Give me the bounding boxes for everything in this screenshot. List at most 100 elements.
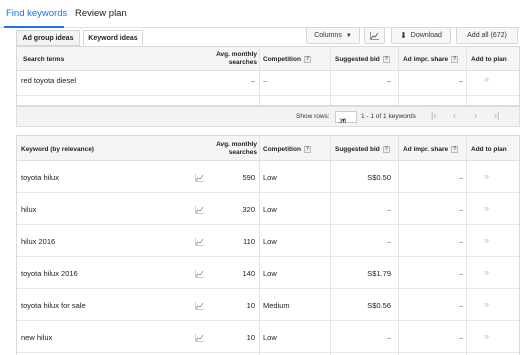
search-term-bid: – (386, 76, 391, 85)
col-add-to-plan: Add to plan (471, 56, 507, 63)
help-icon[interactable]: ? (382, 56, 390, 63)
search-terms-table: Search terms Avg. monthly searches Compe… (16, 46, 520, 106)
top-nav: Find keywords Review plan (0, 0, 520, 28)
suggested-bid-value: – (386, 333, 391, 342)
trend-chart-icon[interactable] (195, 206, 204, 214)
divider (398, 136, 399, 355)
avg-monthly-searches: 320 (242, 205, 255, 214)
col-competition[interactable]: Competition? (263, 146, 311, 153)
chart-toggle-button[interactable] (364, 27, 385, 44)
search-term-competition: – (263, 76, 268, 85)
avg-monthly-searches: 10 (246, 333, 255, 342)
col-add-to-plan: Add to plan (471, 146, 507, 153)
divider (466, 47, 467, 105)
rows-per-page-select[interactable]: 30 ▼ (335, 111, 357, 125)
trend-chart-icon[interactable] (195, 334, 204, 342)
add-to-plan-chevron-icon[interactable]: » (484, 74, 489, 84)
add-all-label: Add all (672) (467, 32, 507, 39)
competition-value: Low (263, 173, 277, 182)
avg-monthly-searches: 110 (243, 237, 255, 246)
suggested-bid-value: – (386, 205, 391, 214)
columns-label: Columns (314, 32, 342, 39)
prev-page-icon[interactable]: ‹ (453, 110, 456, 120)
help-icon[interactable]: ? (451, 56, 459, 63)
keyword-text: hilux (21, 205, 37, 214)
ad-impr-share-value: – (458, 333, 463, 342)
competition-value: Low (263, 237, 277, 246)
help-icon[interactable]: ? (451, 146, 459, 153)
trend-chart-icon[interactable] (195, 270, 204, 278)
search-term: red toyota diesel (21, 76, 77, 85)
trend-chart-icon[interactable] (195, 238, 204, 246)
divider (259, 136, 260, 355)
add-to-plan-chevron-icon[interactable]: » (484, 171, 489, 181)
ad-impr-share-value: – (458, 173, 463, 182)
tab-ad-group-ideas[interactable]: Ad group ideas (16, 30, 80, 46)
add-to-plan-chevron-icon[interactable]: » (484, 299, 489, 309)
col-suggested-bid[interactable]: Suggested bid? (335, 56, 390, 63)
trend-chart-icon (370, 31, 379, 40)
col-ad-impr-share[interactable]: Ad impr. share? (403, 146, 459, 153)
col-competition-label: Competition (263, 56, 301, 64)
first-page-icon[interactable]: |‹ (431, 110, 436, 120)
col-bid-label: Suggested bid (335, 146, 380, 154)
add-all-button[interactable]: Add all (672) (456, 27, 518, 44)
next-page-icon[interactable]: › (474, 110, 477, 120)
keyword-ideas-header: Keyword (by relevance) Avg. monthly sear… (17, 136, 519, 161)
table-row: hilux 320 Low – – » (17, 193, 519, 225)
competition-value: Medium (263, 301, 290, 310)
table-row: toyota hilux 590 Low S$0.50 – » (17, 161, 519, 193)
keyword-text: new hilux (21, 333, 53, 342)
suggested-bid-value: S$0.56 (367, 301, 391, 310)
avg-monthly-searches: 10 (246, 301, 255, 310)
tab-find-keywords[interactable]: Find keywords (6, 8, 67, 19)
table-row: new hilux 10 Low – – » (17, 321, 519, 353)
avg-monthly-searches: 590 (242, 173, 255, 182)
col-keyword[interactable]: Keyword (by relevance) (21, 146, 94, 153)
help-icon[interactable]: ? (303, 56, 311, 63)
table-row: toyota hilux 2016 140 Low S$1.79 – » (17, 257, 519, 289)
keyword-text: toyota hilux for sale (21, 301, 86, 310)
download-icon: ⬇ (400, 31, 407, 40)
keyword-text: toyota hilux (21, 173, 59, 182)
ad-impr-share-value: – (458, 237, 463, 246)
col-competition[interactable]: Competition? (263, 56, 311, 63)
search-term-searches: – (250, 76, 255, 85)
divider (259, 47, 260, 105)
trend-chart-icon[interactable] (195, 302, 204, 310)
col-avg-searches[interactable]: Avg. monthly searches (195, 51, 257, 67)
col-suggested-bid[interactable]: Suggested bid? (335, 146, 390, 153)
col-avg-searches[interactable]: Avg. monthly searches (195, 141, 257, 157)
download-label: Download (410, 32, 442, 39)
competition-value: Low (263, 269, 277, 278)
suggested-bid-value: S$0.50 (367, 173, 391, 182)
keyword-ideas-table: Keyword (by relevance) Avg. monthly sear… (16, 135, 520, 355)
dropdown-caret-icon: ▼ (345, 32, 352, 39)
divider (330, 47, 331, 105)
keyword-text: hilux 2016 (21, 237, 56, 246)
help-icon[interactable]: ? (303, 146, 311, 153)
tab-review-plan[interactable]: Review plan (75, 8, 127, 19)
col-ad-impr-share[interactable]: Ad impr. share? (403, 56, 459, 63)
add-to-plan-chevron-icon[interactable]: » (484, 203, 489, 213)
divider (330, 136, 331, 355)
pagination-bar: Show rows: 30 ▼ 1 - 1 of 1 keywords |‹ ‹… (16, 106, 520, 127)
trend-chart-icon[interactable] (195, 174, 204, 182)
add-to-plan-chevron-icon[interactable]: » (484, 331, 489, 341)
active-tab-indicator (4, 26, 64, 28)
help-icon[interactable]: ? (382, 146, 390, 153)
suggested-bid-value: S$1.79 (367, 269, 391, 278)
search-term-share: – (458, 76, 463, 85)
search-terms-header: Search terms Avg. monthly searches Compe… (17, 47, 519, 71)
last-page-icon[interactable]: ›| (494, 110, 499, 120)
add-to-plan-chevron-icon[interactable]: » (484, 235, 489, 245)
columns-button[interactable]: Columns ▼ (306, 27, 360, 44)
tab-keyword-ideas[interactable]: Keyword ideas (83, 30, 143, 46)
competition-value: Low (263, 205, 277, 214)
page-range: 1 - 1 of 1 keywords (361, 113, 416, 120)
download-button[interactable]: ⬇ Download (391, 27, 451, 44)
add-to-plan-chevron-icon[interactable]: » (484, 267, 489, 277)
table-row: hilux 2016 110 Low – – » (17, 225, 519, 257)
ad-impr-share-value: – (458, 301, 463, 310)
table-row: toyota hilux for sale 10 Medium S$0.56 – » (17, 289, 519, 321)
